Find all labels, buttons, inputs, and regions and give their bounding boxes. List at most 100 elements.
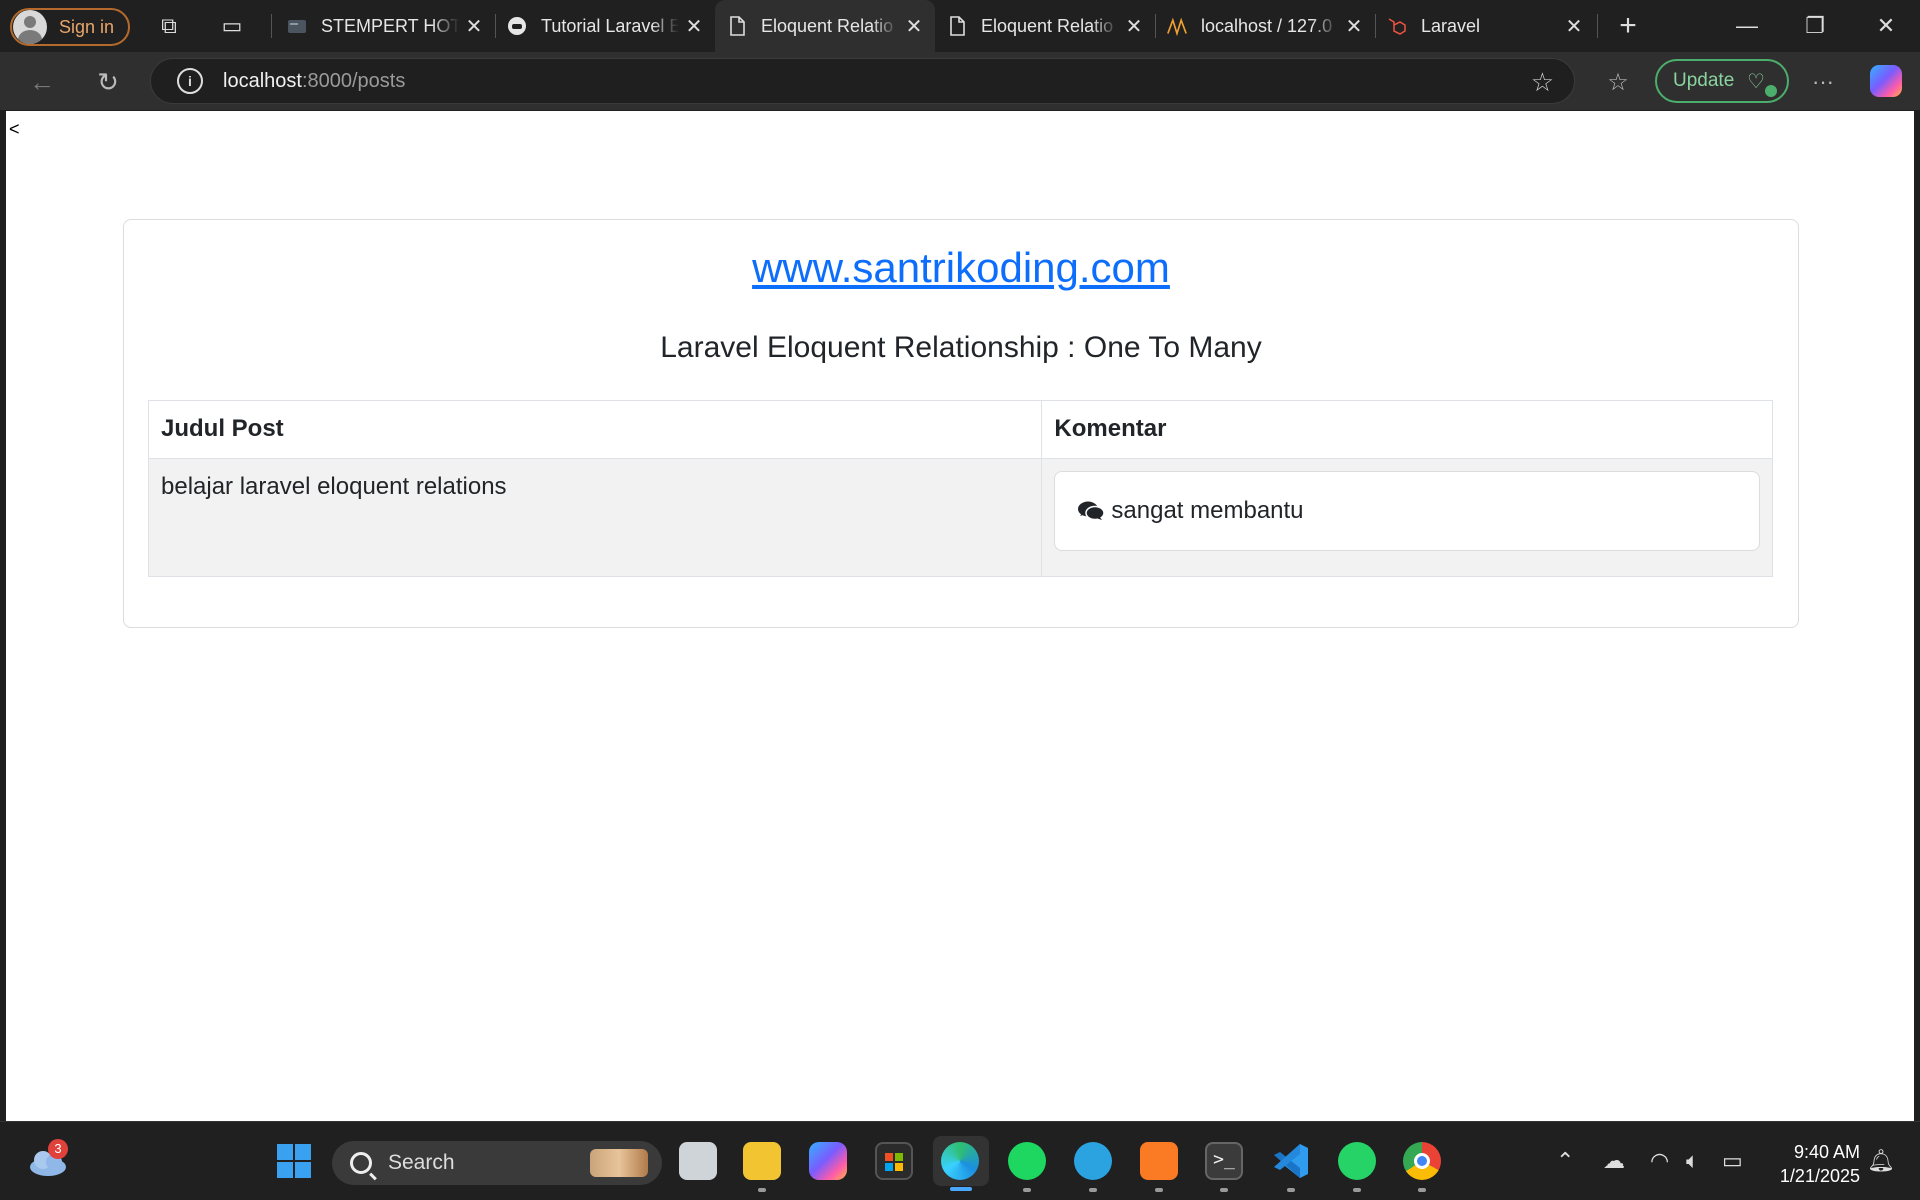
running-indicator: [1353, 1188, 1361, 1192]
laravel-favicon-icon: [1388, 18, 1406, 35]
close-tab-icon[interactable]: ✕: [1339, 14, 1369, 39]
clock-date: 1/21/2025: [1779, 1166, 1860, 1186]
close-window-icon[interactable]: ✕: [1852, 0, 1920, 52]
running-indicator: [1418, 1188, 1426, 1192]
comments-icon: [1078, 501, 1106, 521]
xampp-icon[interactable]: [1140, 1142, 1178, 1180]
notification-bell-icon[interactable]: 🔔︎: [1867, 1148, 1895, 1174]
table-row: belajar laravel eloquent relations sanga…: [147, 458, 1773, 577]
favorites-list-icon[interactable]: ☆: [1598, 62, 1638, 102]
update-button[interactable]: Update ♡: [1655, 59, 1789, 103]
more-menu-icon[interactable]: ···: [1803, 62, 1843, 102]
taskbar-search-box[interactable]: Search: [332, 1141, 662, 1185]
copilot-app-icon[interactable]: [809, 1142, 847, 1180]
tab-eloquent-relation[interactable]: Eloquent Relatio ✕: [935, 0, 1155, 52]
refresh-icon[interactable]: ↻: [88, 62, 128, 102]
running-indicator: [1155, 1188, 1163, 1192]
active-indicator: [950, 1187, 972, 1191]
battery-icon[interactable]: ▭: [1722, 1148, 1743, 1174]
browser-toolbar: ← ↻ i localhost:8000/posts ☆ ☆ Update ♡ …: [0, 52, 1920, 110]
task-view-icon[interactable]: [679, 1142, 717, 1180]
comment-text: sangat membantu: [1111, 497, 1304, 524]
tab-title: Laravel: [1421, 15, 1481, 36]
chrome-icon[interactable]: [1403, 1142, 1441, 1180]
table-header-row: Judul Post Komentar: [147, 400, 1773, 459]
search-icon: [350, 1152, 372, 1174]
content-card: www.santrikoding.com Laravel Eloquent Re…: [123, 219, 1799, 628]
terminal-icon[interactable]: >_: [1205, 1142, 1243, 1180]
running-indicator: [1287, 1188, 1295, 1192]
tab-stempert-hots[interactable]: STEMPERT HOTS ✕: [275, 0, 495, 52]
favorite-star-icon[interactable]: ☆: [1531, 67, 1554, 98]
restore-window-icon[interactable]: ❐: [1781, 0, 1849, 52]
tab-phpmyadmin[interactable]: localhost / 127.0 ✕: [1155, 0, 1375, 52]
running-indicator: [758, 1188, 766, 1192]
tab-title: STEMPERT HOTS: [321, 15, 459, 36]
close-tab-icon[interactable]: ✕: [1559, 14, 1589, 39]
tab-title: Tutorial Laravel E: [541, 15, 679, 36]
page-favicon-icon: [950, 16, 965, 36]
comment-item: sangat membantu: [1054, 471, 1760, 551]
sign-in-button[interactable]: Sign in: [10, 8, 130, 46]
browser-health-icon: ♡: [1747, 69, 1777, 97]
stray-text: <: [9, 119, 20, 139]
phpmyadmin-favicon-icon: [1167, 17, 1187, 36]
volume-icon[interactable]: 🔈︎: [1686, 1148, 1699, 1174]
column-header-komentar: Komentar: [1041, 400, 1773, 459]
workspaces-icon[interactable]: ⧉: [155, 12, 183, 40]
posts-table: Judul Post Komentar belajar laravel eloq…: [147, 400, 1773, 577]
whatsapp-icon[interactable]: [1338, 1142, 1376, 1180]
file-explorer-icon[interactable]: [743, 1142, 781, 1180]
search-placeholder: Search: [388, 1151, 455, 1174]
running-indicator: [1089, 1188, 1097, 1192]
close-tab-icon[interactable]: ✕: [899, 14, 929, 39]
close-tab-icon[interactable]: ✕: [679, 14, 709, 39]
update-label: Update: [1673, 70, 1735, 91]
telegram-icon[interactable]: [1074, 1142, 1112, 1180]
onedrive-cloud-icon[interactable]: ☁: [1603, 1148, 1625, 1174]
folder-favicon-icon: [288, 20, 306, 33]
tab-laravel[interactable]: Laravel ✕: [1375, 0, 1595, 52]
tab-divider: [271, 14, 272, 38]
gitlab-favicon-icon: [508, 17, 526, 35]
show-hidden-icons-chevron-icon[interactable]: ⌃: [1556, 1148, 1574, 1174]
tab-eloquent-relation-active[interactable]: Eloquent Relatio ✕: [715, 0, 935, 52]
tab-title: Eloquent Relatio: [761, 15, 894, 36]
site-info-icon[interactable]: i: [177, 68, 203, 94]
wifi-icon[interactable]: ◠: [1650, 1148, 1669, 1174]
new-tab-plus-icon[interactable]: +: [1614, 11, 1642, 41]
tab-divider: [1597, 14, 1598, 38]
profile-avatar-icon: [13, 10, 47, 44]
column-header-judul-post: Judul Post: [147, 400, 1043, 459]
running-indicator: [1220, 1188, 1228, 1192]
tab-title: Eloquent Relatio: [981, 15, 1114, 36]
comments-cell: sangat membantu: [1041, 458, 1773, 577]
back-arrow-icon[interactable]: ←: [22, 62, 62, 102]
vscode-icon[interactable]: [1272, 1142, 1310, 1180]
page-favicon-icon: [730, 16, 745, 36]
search-highlight-icon: [590, 1149, 648, 1177]
windows-start-icon[interactable]: [275, 1142, 313, 1180]
microsoft-store-icon[interactable]: [875, 1142, 913, 1180]
tab-title: localhost / 127.0: [1201, 15, 1333, 36]
web-page: < www.santrikoding.com Laravel Eloquent …: [6, 111, 1914, 1121]
url-host: localhost: [223, 69, 302, 92]
close-tab-icon[interactable]: ✕: [459, 14, 489, 39]
sign-in-label: Sign in: [59, 16, 115, 37]
edge-browser-icon[interactable]: [941, 1142, 979, 1180]
weather-notification-badge: 3: [48, 1139, 68, 1159]
copilot-icon[interactable]: [1870, 65, 1902, 97]
vertical-tabs-icon[interactable]: ▭: [218, 12, 246, 40]
running-indicator: [1023, 1188, 1031, 1192]
page-subtitle: Laravel Eloquent Relationship : One To M…: [660, 331, 1262, 364]
system-clock[interactable]: 9:40 AM 1/21/2025: [1770, 1140, 1860, 1188]
tab-tutorial-laravel[interactable]: Tutorial Laravel E ✕: [495, 0, 715, 52]
clock-time: 9:40 AM: [1793, 1142, 1860, 1162]
spotify-icon[interactable]: [1008, 1142, 1046, 1180]
site-link[interactable]: www.santrikoding.com: [124, 244, 1798, 292]
minimize-window-icon[interactable]: —: [1713, 0, 1781, 52]
url-path: :8000/posts: [301, 69, 406, 92]
address-bar[interactable]: i localhost:8000/posts ☆: [150, 58, 1575, 104]
close-tab-icon[interactable]: ✕: [1119, 14, 1149, 39]
post-title-cell: belajar laravel eloquent relations: [147, 458, 1043, 577]
